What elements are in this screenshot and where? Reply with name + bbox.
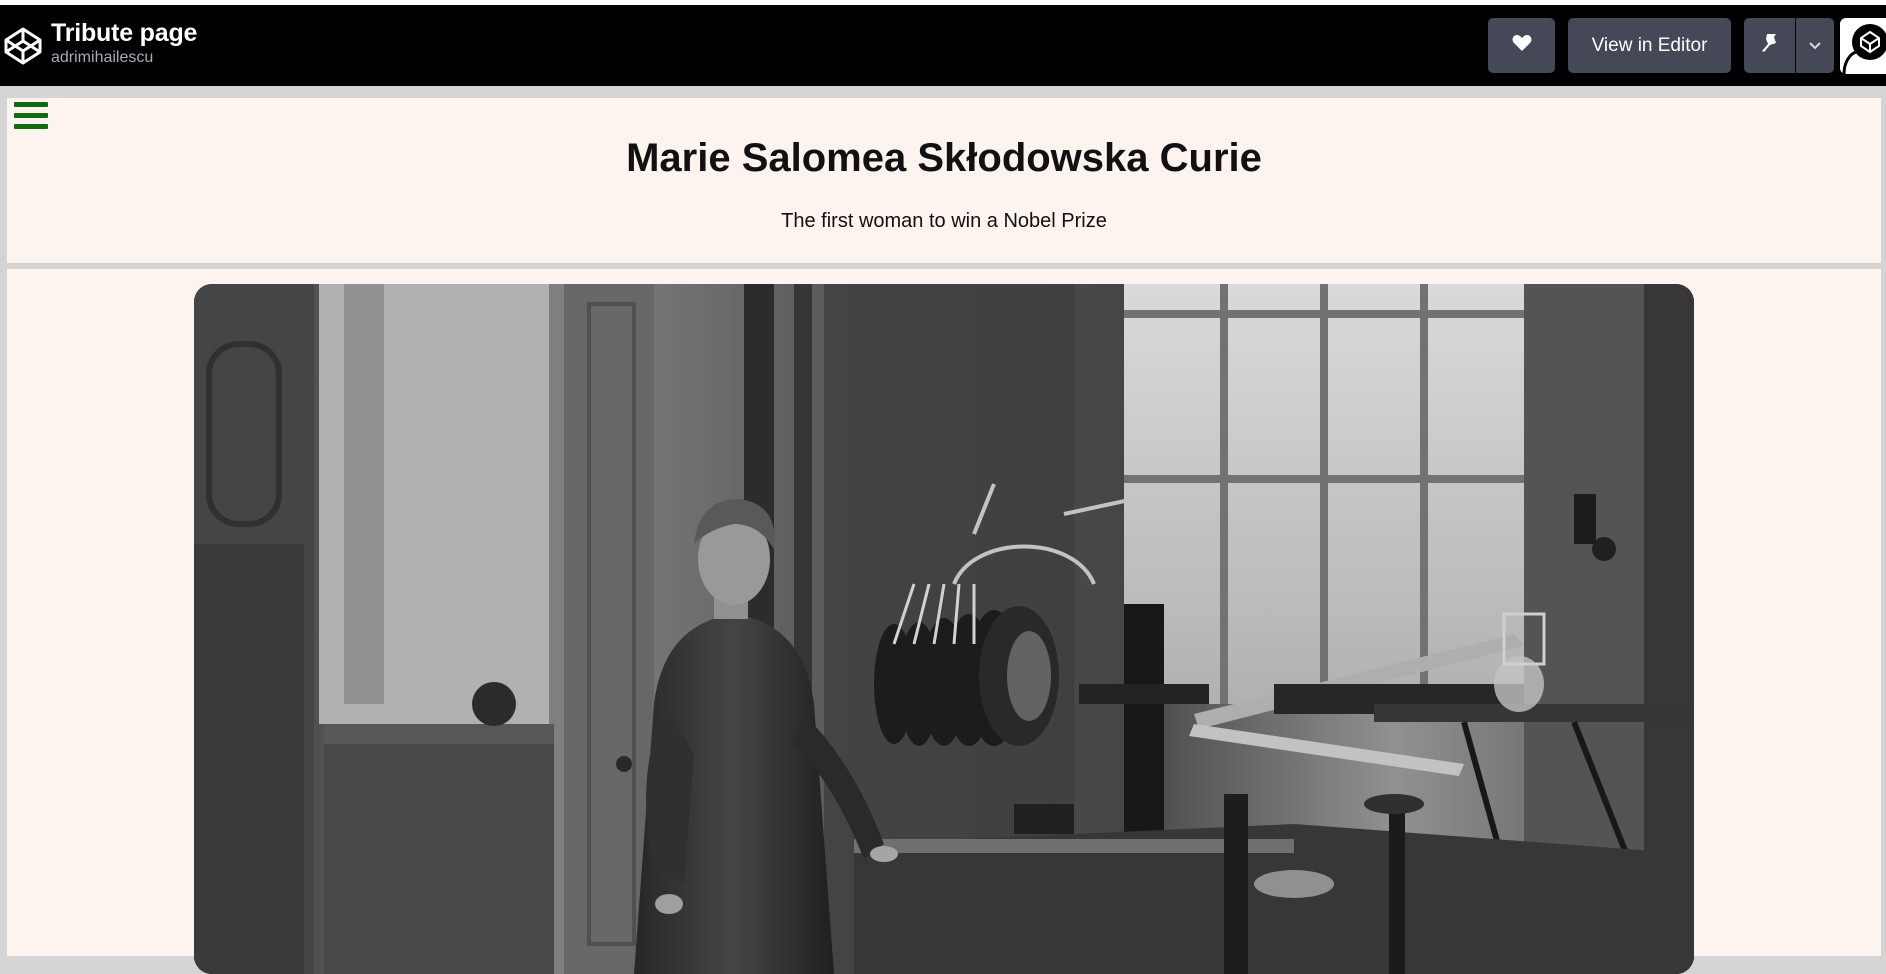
tribute-page: Marie Salomea Skłodowska Curie The first… bbox=[7, 98, 1881, 974]
codepen-header: Tribute page adrimihailescu View in Edit… bbox=[0, 5, 1886, 86]
main-heading: Marie Salomea Skłodowska Curie bbox=[626, 136, 1262, 180]
pen-title: Tribute page bbox=[51, 19, 198, 47]
pen-title-block: Tribute page adrimihailescu bbox=[51, 18, 197, 68]
heart-icon bbox=[1512, 34, 1532, 57]
marie-curie-lab-photo bbox=[194, 284, 1694, 974]
user-avatar[interactable] bbox=[1840, 18, 1886, 75]
pin-button[interactable] bbox=[1744, 18, 1795, 73]
pin-icon bbox=[1760, 32, 1780, 59]
pin-options-dropdown[interactable] bbox=[1796, 18, 1834, 73]
view-in-editor-label: View in Editor bbox=[1591, 34, 1708, 56]
like-button[interactable] bbox=[1488, 18, 1555, 73]
chevron-down-icon bbox=[1808, 37, 1822, 55]
view-in-editor-button[interactable]: View in Editor bbox=[1568, 18, 1731, 73]
codepen-logo-icon[interactable] bbox=[2, 25, 44, 67]
header-divider bbox=[7, 263, 1881, 269]
pen-author-link[interactable]: adrimihailescu bbox=[51, 48, 197, 68]
subheading: The first woman to win a Nobel Prize bbox=[781, 210, 1107, 232]
hamburger-menu-icon[interactable] bbox=[14, 102, 48, 132]
frame-gap bbox=[0, 86, 1886, 98]
